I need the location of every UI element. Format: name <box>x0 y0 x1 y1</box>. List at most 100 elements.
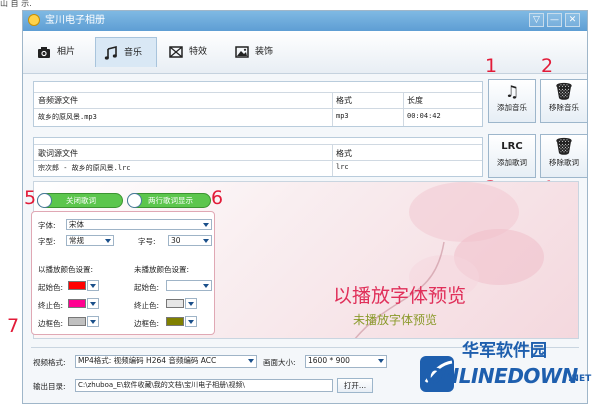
watermark-logo: 华军软件园 ONLINEDOWN .NET <box>418 334 598 406</box>
two-line-lyrics-label: 两行歌词显示 <box>148 196 193 205</box>
add-lyrics-label: 添加歌词 <box>497 158 527 167</box>
music-col-header-format: 格式 <box>336 96 352 105</box>
font-select[interactable]: 宋体 <box>66 219 212 230</box>
music-row-length[interactable]: 00:04:42 <box>407 112 441 120</box>
lyrics-row-format[interactable]: lrc <box>336 163 349 171</box>
chevron-down-icon <box>188 302 194 306</box>
open-folder-button[interactable]: 打开... <box>337 378 373 393</box>
cropped-text: 山 自 示. <box>0 0 600 10</box>
chevron-down-icon <box>90 284 96 288</box>
stepper-arrows-icon[interactable] <box>203 239 209 243</box>
app-icon <box>28 14 40 26</box>
marker-6: 6 <box>211 187 224 209</box>
marker-2: 2 <box>541 55 554 77</box>
minimize-button[interactable]: — <box>547 13 562 27</box>
close-lyrics-label: 关闭歌词 <box>66 196 96 205</box>
chevron-down-icon <box>203 284 209 288</box>
two-line-lyrics-toggle[interactable]: 两行歌词显示 <box>127 193 211 208</box>
played-border-label: 边框色: <box>38 319 64 328</box>
add-music-label: 添加音乐 <box>497 103 527 112</box>
unplayed-border-dropdown[interactable] <box>185 316 197 327</box>
tab-decorations[interactable]: 装饰 <box>227 37 289 67</box>
style-value: 常规 <box>69 236 84 245</box>
tab-bar: 相片 音乐 特效 装饰 <box>23 31 587 74</box>
watermark-cn: 华军软件园 <box>462 341 547 361</box>
unplayed-border-color[interactable] <box>166 317 184 326</box>
played-font-preview: 以播放字体预览 <box>333 285 467 307</box>
add-music-button[interactable]: ♫ 添加音乐 <box>488 79 536 123</box>
remove-music-label: 移除音乐 <box>549 103 579 112</box>
video-format-value: MP4格式: 视频编码 H264 音频编码 ACC <box>78 356 217 365</box>
unplayed-start-color[interactable] <box>166 280 212 291</box>
chevron-down-icon <box>203 223 209 227</box>
picture-icon <box>235 45 249 58</box>
size-value: 30 <box>171 236 181 245</box>
marker-1: 1 <box>485 55 498 77</box>
chevron-down-icon <box>105 239 111 243</box>
played-end-label: 终止色: <box>38 301 64 310</box>
played-border-color[interactable] <box>68 317 86 326</box>
divider <box>34 144 482 145</box>
unplayed-color-title: 未播放颜色设置: <box>134 265 190 274</box>
tab-photos[interactable]: 相片 <box>29 37 91 67</box>
divider <box>403 92 404 126</box>
music-row-file[interactable]: 故乡的原风景.mp3 <box>38 112 97 122</box>
played-end-color[interactable] <box>68 299 86 308</box>
tab-label: 装饰 <box>255 47 274 57</box>
tab-label: 特效 <box>189 47 208 57</box>
chevron-down-icon <box>90 302 96 306</box>
output-dir-field[interactable]: C:\zhuboa_E\软件收藏\我的文档\宝川电子相册\视频\ <box>75 379 333 392</box>
output-dir-label: 输出目录: <box>33 382 66 391</box>
remove-lyrics-button[interactable]: 🗑 移除歌词 <box>540 134 588 178</box>
music-note-icon: ♫ <box>504 82 520 101</box>
toggle-knob <box>37 193 52 208</box>
font-size-stepper[interactable]: 30 <box>168 235 212 246</box>
video-format-label: 视频格式: <box>33 358 66 367</box>
tab-effects[interactable]: 特效 <box>161 37 223 67</box>
marker-7: 7 <box>7 315 20 337</box>
frame-size-value: 1600 * 900 <box>308 356 350 365</box>
music-row-format[interactable]: mp3 <box>336 112 349 120</box>
frame-size-label: 画面大小: <box>263 358 296 367</box>
played-end-dropdown[interactable] <box>87 298 99 309</box>
lyrics-row-file[interactable]: 宗次郎 - 故乡的原风景.lrc <box>38 163 131 173</box>
unplayed-border-label: 边框色: <box>134 319 160 328</box>
divider <box>34 92 482 93</box>
music-file-table: 音频源文件 格式 长度 故乡的原风景.mp3 mp3 00:04:42 <box>33 81 483 127</box>
video-format-select[interactable]: MP4格式: 视频编码 H264 音频编码 ACC <box>75 355 257 368</box>
divider <box>34 108 482 109</box>
chevron-down-icon <box>378 359 384 363</box>
close-button[interactable]: ✕ <box>565 13 580 27</box>
played-border-dropdown[interactable] <box>87 316 99 327</box>
unplayed-start-label: 起始色: <box>134 283 160 292</box>
played-start-label: 起始色: <box>38 283 64 292</box>
effects-icon <box>169 45 183 58</box>
unplayed-end-dropdown[interactable] <box>185 298 197 309</box>
style-label: 字型: <box>38 237 56 246</box>
chevron-down-icon <box>188 320 194 324</box>
tab-music[interactable]: 音乐 <box>95 37 157 67</box>
played-start-color[interactable] <box>68 281 86 290</box>
remove-music-button[interactable]: 🗑 移除音乐 <box>540 79 588 123</box>
unplayed-end-label: 终止色: <box>134 301 160 310</box>
divider <box>332 92 333 126</box>
add-lyrics-button[interactable]: LRC 添加歌词 <box>488 134 536 178</box>
font-label: 字体: <box>38 221 56 230</box>
font-style-select[interactable]: 常规 <box>66 235 114 246</box>
trash-icon: 🗑 <box>553 82 575 101</box>
font-settings-panel: 字体: 宋体 字型: 常规 字号: 30 以播放颜色设置: 未播放颜色设置: 起… <box>31 211 215 335</box>
music-col-header-length: 长度 <box>407 96 423 105</box>
menu-button[interactable]: ▽ <box>529 13 544 27</box>
frame-size-select[interactable]: 1600 * 900 <box>305 355 387 368</box>
toggle-knob <box>127 193 142 208</box>
title-bar: 宝川电子相册 ▽ — ✕ <box>23 11 587 31</box>
played-start-dropdown[interactable] <box>87 280 99 291</box>
chevron-down-icon <box>90 320 96 324</box>
chevron-down-icon <box>248 359 254 363</box>
trash-icon: 🗑 <box>553 137 575 156</box>
unplayed-end-color[interactable] <box>166 299 184 308</box>
unplayed-font-preview: 未播放字体预览 <box>353 313 438 327</box>
close-lyrics-toggle[interactable]: 关闭歌词 <box>37 193 123 208</box>
divider <box>332 144 333 176</box>
lyrics-file-table: 歌词源文件 格式 宗次郎 - 故乡的原风景.lrc lrc <box>33 137 483 177</box>
